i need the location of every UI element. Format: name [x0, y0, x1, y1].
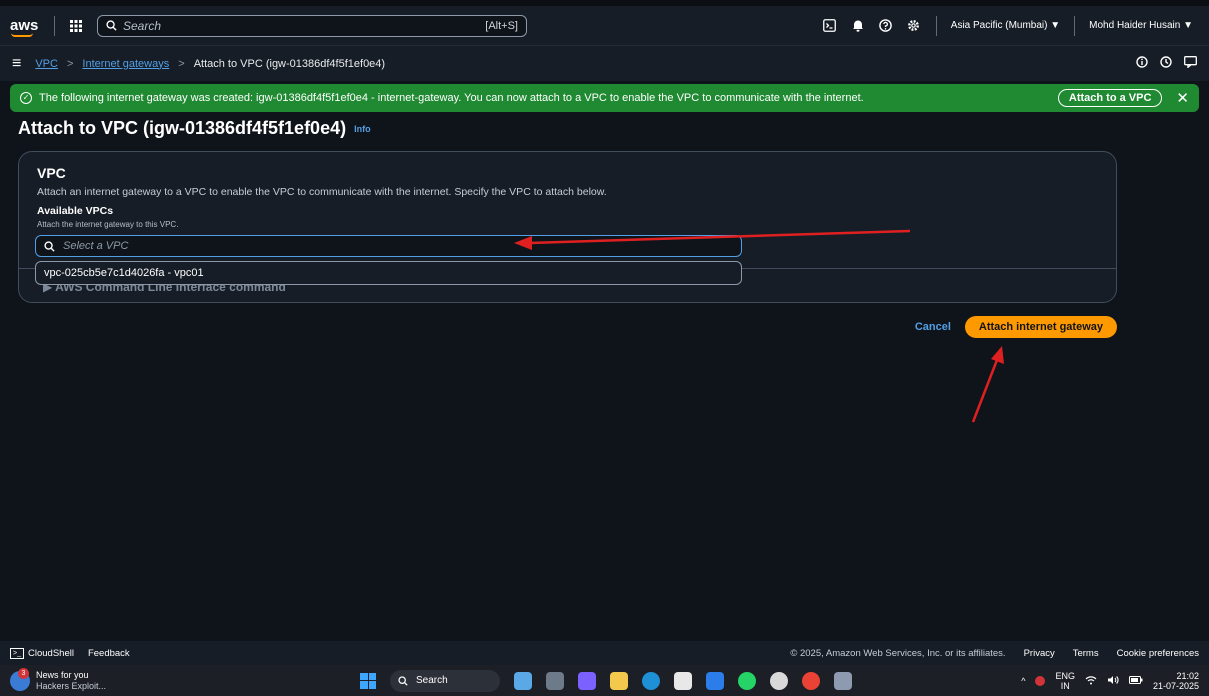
news-subtitle: Hackers Exploit...	[36, 680, 107, 691]
task-view-icon[interactable]	[546, 671, 564, 690]
battery-icon[interactable]	[1128, 675, 1143, 686]
chevron-right-icon: >	[178, 57, 185, 70]
windows-start-icon[interactable]	[360, 672, 376, 689]
divider	[1074, 15, 1076, 36]
news-widget[interactable]: 3 News for you Hackers Exploit...	[10, 667, 107, 692]
breadcrumb-internet-gateways[interactable]: Internet gateways	[82, 58, 169, 70]
services-grid-icon[interactable]	[63, 14, 89, 38]
help-icon[interactable]	[872, 12, 900, 40]
feedback-panel-icon[interactable]	[1184, 56, 1197, 71]
clock-time: 21:02	[1176, 670, 1199, 681]
feedback-link[interactable]: Feedback	[88, 648, 130, 659]
tray-app-icon[interactable]	[1035, 675, 1046, 686]
taskbar-search-label: Search	[416, 675, 448, 686]
wifi-icon[interactable]	[1085, 675, 1097, 687]
account-menu[interactable]: Mohd Haider Husain ▼	[1083, 20, 1199, 31]
success-flash-banner: ✓ The following internet gateway was cre…	[10, 84, 1199, 112]
whatsapp-app-icon[interactable]	[738, 671, 756, 690]
cancel-button[interactable]: Cancel	[915, 321, 951, 333]
close-icon[interactable]: ✕	[1176, 89, 1189, 107]
search-icon	[106, 20, 117, 31]
attach-to-vpc-button[interactable]: Attach to a VPC	[1057, 89, 1163, 107]
vpc-option[interactable]: vpc-025cb5e7c1d4026fa - vpc01	[35, 261, 742, 285]
breadcrumb: ≡ VPC > Internet gateways > Attach to VP…	[0, 45, 1209, 81]
search-placeholder: Search	[123, 18, 162, 33]
panel-description: Attach an internet gateway to a VPC to e…	[37, 186, 607, 198]
windows-taskbar: 3 News for you Hackers Exploit... Search…	[0, 665, 1209, 696]
form-actions: Cancel Attach internet gateway	[915, 316, 1117, 338]
edge-browser-icon[interactable]	[642, 671, 660, 690]
panel-title: VPC	[37, 165, 66, 181]
volume-icon[interactable]	[1107, 675, 1119, 687]
info-link[interactable]: Info	[354, 124, 371, 134]
available-vpcs-label: Available VPCs	[37, 205, 114, 217]
aws-logo[interactable]: aws	[10, 17, 46, 37]
region-selector[interactable]: Asia Pacific (Mumbai) ▼	[945, 20, 1066, 31]
available-vpcs-description: Attach the internet gateway to this VPC.	[37, 220, 179, 229]
terms-link[interactable]: Terms	[1073, 648, 1099, 659]
top-navigation: aws Search [Alt+S] Asia Pacific (Mumbai)…	[0, 0, 1209, 45]
select-vpc-input[interactable]: Select a VPC	[35, 235, 742, 257]
attach-internet-gateway-button[interactable]: Attach internet gateway	[964, 316, 1117, 338]
linkedin-app-icon[interactable]	[706, 671, 724, 690]
language-code: ENG	[1055, 670, 1075, 681]
divider	[54, 15, 55, 36]
privacy-link[interactable]: Privacy	[1024, 648, 1055, 659]
file-explorer-icon[interactable]	[610, 671, 628, 690]
vpc-panel: VPC Attach an internet gateway to a VPC …	[18, 151, 1117, 303]
select-vpc-placeholder: Select a VPC	[63, 240, 129, 252]
breadcrumb-current: Attach to VPC (igw-01386df4f5f1ef0e4)	[193, 57, 386, 70]
cloudshell-link[interactable]: CloudShell	[28, 648, 74, 659]
history-clock-icon[interactable]	[1160, 56, 1172, 71]
widgets-app-icon[interactable]	[514, 671, 532, 690]
search-icon	[398, 675, 408, 686]
news-badge: 3	[18, 667, 29, 679]
console-footer: >_ CloudShell Feedback © 2025, Amazon We…	[0, 641, 1209, 665]
clock-date: 21-07-2025	[1152, 680, 1199, 691]
clock[interactable]: 21:02 21-07-2025	[1153, 671, 1199, 691]
page-title: Attach to VPC (igw-01386df4f5f1ef0e4) Inf…	[18, 118, 371, 139]
info-circle-icon[interactable]	[1136, 56, 1148, 71]
search-shortcut: [Alt+S]	[485, 19, 518, 32]
chevron-right-icon: >	[66, 57, 74, 70]
copilot-app-icon[interactable]	[578, 671, 596, 690]
notifications-bell-icon[interactable]	[844, 12, 872, 40]
search-icon	[44, 240, 55, 252]
success-check-icon: ✓	[20, 92, 32, 104]
notes-app-icon[interactable]	[834, 671, 852, 690]
store-app-icon[interactable]	[674, 671, 692, 690]
menu-hamburger-icon[interactable]: ≡	[12, 55, 21, 73]
chatgpt-app-icon[interactable]	[770, 671, 788, 690]
language-region: IN	[1060, 680, 1070, 691]
taskbar-search[interactable]: Search	[390, 669, 500, 692]
global-search-input[interactable]: Search [Alt+S]	[97, 14, 527, 37]
news-avatar: 3	[10, 667, 30, 691]
breadcrumb-vpc[interactable]: VPC	[35, 58, 58, 70]
divider	[935, 15, 937, 36]
chevron-up-icon[interactable]: ^	[1021, 676, 1025, 686]
language-indicator[interactable]: ENG IN	[1055, 671, 1075, 691]
page-title-text: Attach to VPC (igw-01386df4f5f1ef0e4)	[18, 118, 347, 138]
settings-gear-icon[interactable]	[900, 12, 928, 40]
flash-message: The following internet gateway was creat…	[39, 92, 864, 104]
copyright-text: © 2025, Amazon Web Services, Inc. or its…	[790, 647, 1006, 659]
chrome-browser-icon[interactable]	[802, 671, 820, 690]
cloudshell-icon[interactable]: >_	[10, 647, 24, 659]
aws-logo-text: aws	[10, 17, 39, 34]
cookie-preferences-link[interactable]: Cookie preferences	[1117, 648, 1199, 659]
annotation-arrow	[971, 346, 1004, 423]
cloudshell-icon[interactable]	[816, 12, 844, 40]
news-title: News for you	[36, 669, 89, 680]
system-tray: ^ ENG IN 21:02 21-07-2025	[1021, 671, 1199, 691]
